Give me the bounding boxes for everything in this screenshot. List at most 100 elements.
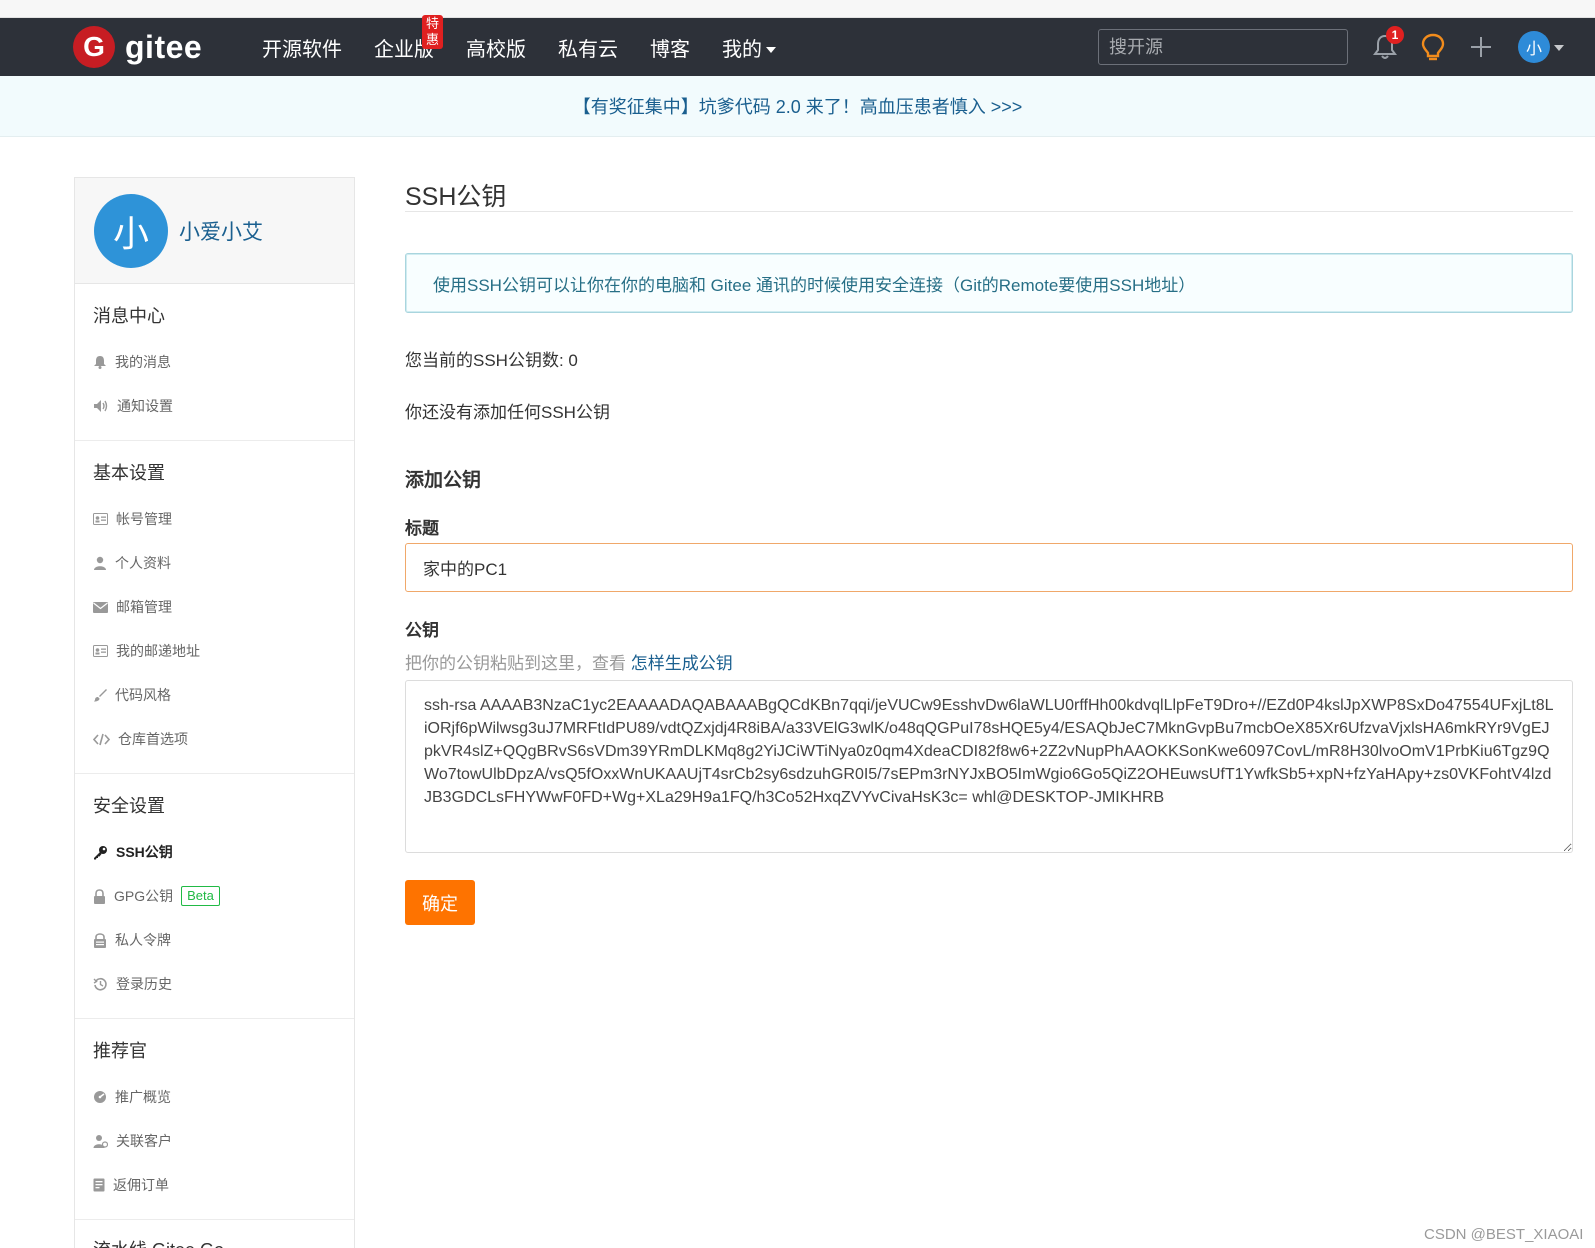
code-icon	[93, 733, 110, 745]
sidebar-item-label: 邮箱管理	[116, 599, 172, 615]
user-icon	[94, 556, 106, 570]
nav-blog-label: 博客	[650, 38, 690, 61]
id-card-icon	[93, 513, 108, 525]
csdn-watermark: CSDN @BEST_XIAOAI	[1424, 1226, 1584, 1243]
nav-links: 开源软件 企业版 特惠 高校版 私有云 博客 我的	[262, 14, 808, 76]
nav-education-label: 高校版	[466, 38, 526, 61]
search-input[interactable]	[1098, 29, 1348, 65]
user-link-icon	[93, 1135, 108, 1148]
sidebar-item-email[interactable]: 邮箱管理	[75, 585, 354, 629]
sidebar-item-ssh-keys[interactable]: SSH公钥	[75, 830, 354, 874]
sidebar-item-label: 我的消息	[115, 354, 171, 370]
sidebar-item-label: 通知设置	[117, 398, 173, 414]
brush-icon	[94, 689, 107, 702]
chevron-down-icon	[766, 47, 776, 54]
sidebar-item-label: 我的邮递地址	[116, 643, 200, 659]
sidebar-item-repo-preferences[interactable]: 仓库首选项	[75, 717, 354, 761]
nav-open-source-label: 开源软件	[262, 38, 342, 61]
notifications-button[interactable]: 1	[1370, 26, 1404, 62]
settings-sidebar: 小 小爱小艾 消息中心 我的消息 通知设置 基本设置 帐号管理 个人资料 邮箱管…	[74, 177, 355, 1248]
top-navbar: G gitee 开源软件 企业版特惠 高校版 私有云 博客 我的 1 小	[0, 14, 1595, 76]
sidebar-item-address[interactable]: 我的邮递地址	[75, 629, 354, 673]
announcement-link[interactable]: 【有奖征集中】坑爹代码 2.0 来了！高血压患者慎入 >>>	[573, 93, 1023, 119]
profile-name[interactable]: 小爱小艾	[179, 216, 263, 246]
sidebar-item-account[interactable]: 帐号管理	[75, 497, 354, 541]
sidebar-item-linked-customers[interactable]: 关联客户	[75, 1119, 354, 1163]
sidebar-item-label: 个人资料	[115, 555, 171, 571]
sidebar-profile: 小 小爱小艾	[75, 178, 354, 284]
sidebar-item-label: SSH公钥	[116, 844, 173, 860]
nav-promo-badge: 特惠	[422, 14, 444, 49]
sidebar-section-security: 安全设置 SSH公钥 GPG公钥 Beta 私人令牌 登录历史	[75, 774, 354, 1019]
announcement-bar: 【有奖征集中】坑爹代码 2.0 来了！高血压患者慎入 >>>	[0, 76, 1595, 137]
title-label: 标题	[405, 519, 439, 538]
user-avatar-button[interactable]: 小	[1518, 31, 1550, 63]
sidebar-section-title: 消息中心	[93, 306, 165, 326]
history-icon	[93, 977, 107, 991]
nav-private-cloud[interactable]: 私有云	[558, 33, 618, 62]
plus-icon	[1471, 37, 1491, 57]
key-title-input[interactable]	[405, 543, 1573, 592]
avatar[interactable]: 小	[94, 193, 168, 268]
add-key-heading: 添加公钥	[405, 470, 482, 491]
notification-count-badge: 1	[1386, 26, 1404, 44]
lightbulb-button[interactable]	[1418, 32, 1448, 62]
sidebar-item-login-history[interactable]: 登录历史	[75, 962, 354, 1006]
sidebar-item-label: 帐号管理	[116, 511, 172, 527]
nav-mine-dropdown[interactable]: 我的	[722, 33, 776, 62]
sidebar-section-title: 流水线 Gitee Go	[75, 1236, 354, 1248]
how-to-generate-key-link[interactable]: 怎样生成公钥	[631, 654, 733, 673]
lock-icon	[94, 888, 105, 904]
sidebar-item-label: 代码风格	[115, 687, 171, 703]
lightbulb-icon	[1421, 33, 1445, 61]
token-icon	[94, 932, 106, 948]
sidebar-item-profile[interactable]: 个人资料	[75, 541, 354, 585]
envelope-icon	[93, 601, 108, 613]
ssh-info-message: 使用SSH公钥可以让你在你的电脑和 Gitee 通讯的时候使用安全连接（Git的…	[405, 253, 1573, 313]
sidebar-item-label: 推广概览	[115, 1089, 171, 1105]
public-key-label: 公钥	[405, 621, 439, 640]
sidebar-item-commission-orders[interactable]: 返佣订单	[75, 1163, 354, 1207]
browser-bookmarks-strip	[0, 0, 1595, 18]
sidebar-section-messages: 消息中心 我的消息 通知设置	[75, 284, 354, 441]
sidebar-item-label: GPG公钥	[114, 888, 174, 904]
nav-education[interactable]: 高校版	[466, 33, 526, 62]
sidebar-item-my-messages[interactable]: 我的消息	[75, 340, 354, 384]
nav-mine-label: 我的	[722, 38, 762, 61]
public-key-hint-text: 把你的公钥粘贴到这里，查看	[405, 654, 626, 673]
sidebar-item-label: 仓库首选项	[118, 731, 188, 747]
sidebar-item-promotion-overview[interactable]: 推广概览	[75, 1075, 354, 1119]
page-title: SSH公钥	[405, 177, 1573, 212]
sidebar-item-label: 私人令牌	[115, 932, 171, 948]
gitee-logo-mark: G	[73, 26, 115, 68]
order-icon	[93, 1178, 105, 1192]
sidebar-item-label: 返佣订单	[113, 1177, 169, 1193]
gitee-logo[interactable]: G gitee	[73, 25, 202, 69]
chevron-down-icon[interactable]	[1554, 45, 1564, 51]
bell-icon	[94, 356, 106, 369]
speaker-icon	[94, 400, 108, 412]
public-key-textarea[interactable]: ssh-rsa AAAAB3NzaC1yc2EAAAADAQABAAABgQCd…	[405, 680, 1573, 853]
sidebar-section-pipeline: 流水线 Gitee Go	[75, 1220, 354, 1248]
nav-open-source[interactable]: 开源软件	[262, 33, 342, 62]
sidebar-item-label: 登录历史	[116, 976, 172, 992]
sidebar-section-basic: 基本设置 帐号管理 个人资料 邮箱管理 我的邮递地址 代码风格 仓库首选项	[75, 441, 354, 774]
ssh-empty-message: 你还没有添加任何SSH公钥	[405, 403, 610, 422]
sidebar-item-code-style[interactable]: 代码风格	[75, 673, 354, 717]
gitee-logo-text: gitee	[125, 28, 203, 65]
confirm-button[interactable]: 确定	[405, 880, 475, 925]
gauge-icon	[94, 1091, 106, 1103]
create-new-button[interactable]	[1466, 32, 1496, 62]
sidebar-item-notify-settings[interactable]: 通知设置	[75, 384, 354, 428]
sidebar-item-private-tokens[interactable]: 私人令牌	[75, 918, 354, 962]
sidebar-item-gpg-keys[interactable]: GPG公钥 Beta	[75, 874, 354, 918]
sidebar-section-title: 推荐官	[93, 1041, 147, 1061]
nav-private-cloud-label: 私有云	[558, 38, 618, 61]
public-key-hint: 把你的公钥粘贴到这里，查看 怎样生成公钥	[405, 649, 1573, 674]
sidebar-item-label: 关联客户	[116, 1133, 172, 1149]
key-icon	[94, 845, 107, 859]
nav-blog[interactable]: 博客	[650, 33, 690, 62]
ssh-key-count: 您当前的SSH公钥数: 0	[405, 351, 578, 370]
nav-enterprise[interactable]: 企业版 特惠	[374, 14, 444, 62]
sidebar-section-title: 基本设置	[93, 463, 165, 483]
